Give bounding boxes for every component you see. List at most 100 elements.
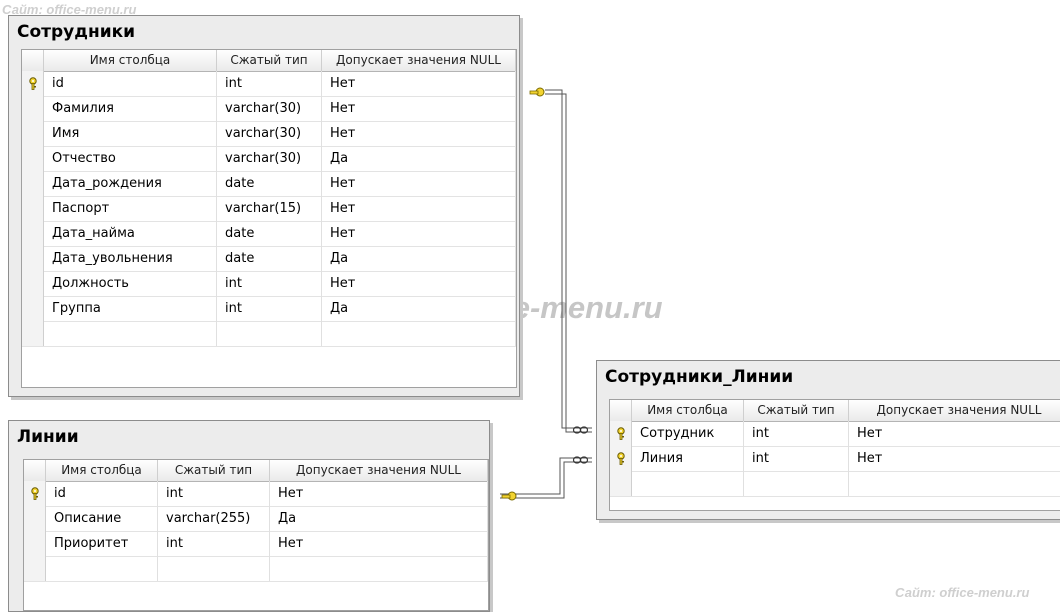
cell-nullable[interactable]: Нет	[849, 421, 1060, 446]
grid-header: Имя столбца Сжатый тип Допускает значени…	[22, 50, 516, 72]
cell-type[interactable]: int	[158, 481, 270, 506]
row-selector[interactable]	[22, 296, 44, 321]
table-row[interactable]: Группа int Да	[22, 296, 516, 322]
table-row[interactable]: Линия int Нет	[610, 446, 1060, 472]
cell-nullable[interactable]: Нет	[322, 196, 516, 221]
table-employees[interactable]: Сотрудники Имя столбца Сжатый тип Допуск…	[8, 15, 520, 397]
cell-nullable[interactable]: Нет	[849, 446, 1060, 471]
table-row[interactable]: Приоритет int Нет	[24, 531, 488, 557]
cell-nullable[interactable]	[849, 471, 1060, 496]
cell-name[interactable]: Линия	[632, 446, 744, 471]
header-column-type: Сжатый тип	[217, 50, 322, 71]
cell-name[interactable]	[46, 556, 158, 581]
row-selector[interactable]	[22, 171, 44, 196]
cell-type[interactable]: int	[217, 296, 322, 321]
table-row[interactable]: Дата_рождения date Нет	[22, 171, 516, 197]
row-selector[interactable]	[22, 71, 44, 96]
grid-header: Имя столбца Сжатый тип Допускает значени…	[24, 460, 488, 482]
cell-type[interactable]: int	[217, 271, 322, 296]
cell-nullable[interactable]: Нет	[322, 221, 516, 246]
cell-nullable[interactable]: Да	[322, 246, 516, 271]
row-selector[interactable]	[22, 321, 44, 346]
cell-nullable[interactable]: Да	[322, 296, 516, 321]
table-row[interactable]: Описание varchar(255) Да	[24, 506, 488, 532]
cell-name[interactable]: id	[46, 481, 158, 506]
cell-nullable[interactable]: Да	[270, 506, 488, 531]
cell-type[interactable]: date	[217, 246, 322, 271]
cell-nullable[interactable]	[270, 556, 488, 581]
table-row[interactable]: id int Нет	[22, 71, 516, 97]
cell-name[interactable]: Имя	[44, 121, 217, 146]
cell-nullable[interactable]: Да	[322, 146, 516, 171]
cell-nullable[interactable]: Нет	[322, 271, 516, 296]
cell-name[interactable]	[44, 321, 217, 346]
column-grid: Имя столбца Сжатый тип Допускает значени…	[23, 459, 489, 611]
cell-type[interactable]	[158, 556, 270, 581]
row-selector[interactable]	[24, 506, 46, 531]
row-selector[interactable]	[22, 196, 44, 221]
cell-name[interactable]: Отчество	[44, 146, 217, 171]
table-row[interactable]: Дата_увольнения date Да	[22, 246, 516, 272]
table-row-empty[interactable]	[24, 556, 488, 582]
cell-type[interactable]: int	[744, 446, 849, 471]
cell-type[interactable]: varchar(30)	[217, 96, 322, 121]
cell-name[interactable]: Группа	[44, 296, 217, 321]
cell-nullable[interactable]: Нет	[322, 71, 516, 96]
row-selector[interactable]	[24, 556, 46, 581]
row-selector[interactable]	[24, 481, 46, 506]
cell-type[interactable]: date	[217, 171, 322, 196]
cell-type[interactable]	[744, 471, 849, 496]
cell-nullable[interactable]: Нет	[270, 481, 488, 506]
table-row-empty[interactable]	[22, 321, 516, 347]
row-selector[interactable]	[22, 96, 44, 121]
cell-nullable[interactable]: Нет	[322, 96, 516, 121]
key-icon	[29, 77, 37, 90]
cell-name[interactable]: Фамилия	[44, 96, 217, 121]
row-selector[interactable]	[22, 271, 44, 296]
table-row[interactable]: Сотрудник int Нет	[610, 421, 1060, 447]
row-selector[interactable]	[610, 471, 632, 496]
cell-name[interactable]: id	[44, 71, 217, 96]
cell-type[interactable]: int	[217, 71, 322, 96]
cell-type[interactable]: varchar(30)	[217, 121, 322, 146]
cell-nullable[interactable]: Нет	[322, 121, 516, 146]
cell-name[interactable]: Описание	[46, 506, 158, 531]
row-selector[interactable]	[610, 446, 632, 471]
cell-type[interactable]: varchar(255)	[158, 506, 270, 531]
row-selector[interactable]	[22, 121, 44, 146]
table-row[interactable]: id int Нет	[24, 481, 488, 507]
cell-name[interactable]: Дата_найма	[44, 221, 217, 246]
row-selector[interactable]	[24, 531, 46, 556]
cell-nullable[interactable]	[322, 321, 516, 346]
cell-name[interactable]: Дата_рождения	[44, 171, 217, 196]
table-row[interactable]: Фамилия varchar(30) Нет	[22, 96, 516, 122]
cell-nullable[interactable]: Нет	[270, 531, 488, 556]
cell-type[interactable]: int	[158, 531, 270, 556]
table-row-empty[interactable]	[610, 471, 1060, 497]
cell-name[interactable]: Приоритет	[46, 531, 158, 556]
table-row[interactable]: Паспорт varchar(15) Нет	[22, 196, 516, 222]
cell-name[interactable]: Сотрудник	[632, 421, 744, 446]
cell-name[interactable]: Должность	[44, 271, 217, 296]
header-selector	[610, 400, 632, 421]
table-row[interactable]: Имя varchar(30) Нет	[22, 121, 516, 147]
row-selector[interactable]	[22, 221, 44, 246]
cell-nullable[interactable]: Нет	[322, 171, 516, 196]
table-lines[interactable]: Линии Имя столбца Сжатый тип Допускает з…	[8, 420, 490, 612]
row-selector[interactable]	[22, 246, 44, 271]
cell-type[interactable]: int	[744, 421, 849, 446]
cell-name[interactable]: Паспорт	[44, 196, 217, 221]
table-row[interactable]: Дата_найма date Нет	[22, 221, 516, 247]
column-grid: Имя столбца Сжатый тип Допускает значени…	[21, 49, 517, 388]
cell-type[interactable]: date	[217, 221, 322, 246]
row-selector[interactable]	[610, 421, 632, 446]
row-selector[interactable]	[22, 146, 44, 171]
cell-name[interactable]	[632, 471, 744, 496]
table-row[interactable]: Должность int Нет	[22, 271, 516, 297]
table-employee-lines[interactable]: Сотрудники_Линии Имя столбца Сжатый тип …	[596, 360, 1060, 520]
cell-type[interactable]: varchar(15)	[217, 196, 322, 221]
cell-type[interactable]: varchar(30)	[217, 146, 322, 171]
cell-name[interactable]: Дата_увольнения	[44, 246, 217, 271]
cell-type[interactable]	[217, 321, 322, 346]
table-row[interactable]: Отчество varchar(30) Да	[22, 146, 516, 172]
